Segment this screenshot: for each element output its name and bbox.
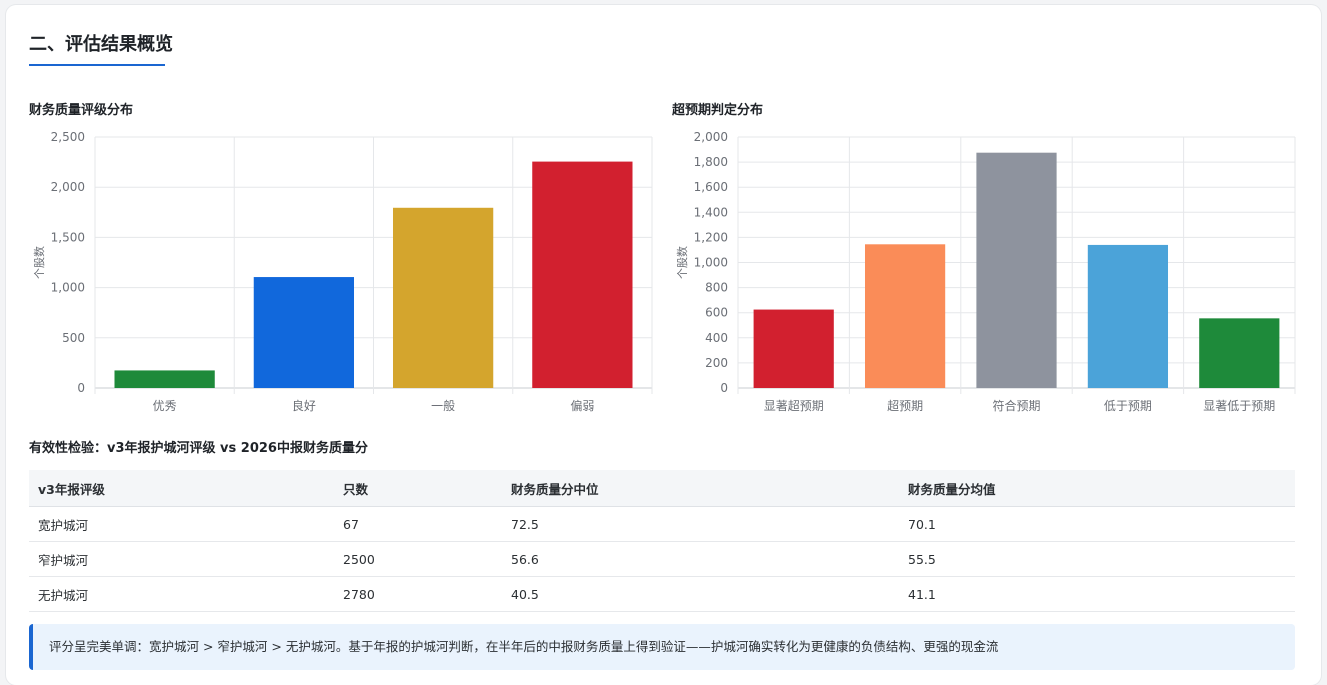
y-tick-label: 0 xyxy=(720,381,728,395)
table-header-row: v3年报评级 只数 财务质量分中位 财务质量分均值 xyxy=(29,470,1295,507)
cell-mean: 41.1 xyxy=(899,576,1295,612)
cell-median: 72.5 xyxy=(502,506,899,542)
x-tick-label: 显著低于预期 xyxy=(1203,399,1275,413)
validity-title: 有效性检验：v3年报护城河评级 vs 2026中报财务质量分 xyxy=(29,441,368,456)
table-row: 窄护城河 2500 56.6 55.5 xyxy=(29,541,1295,577)
y-tick-label: 400 xyxy=(705,331,728,345)
y-tick-label: 1,800 xyxy=(694,155,728,169)
x-tick-label: 显著超预期 xyxy=(764,398,824,413)
header-rating: v3年报评级 xyxy=(29,470,334,507)
y-tick-label: 2,000 xyxy=(694,130,728,144)
cell-median: 56.6 xyxy=(502,541,899,577)
cell-count: 67 xyxy=(334,506,502,542)
cell-rating: 窄护城河 xyxy=(29,541,334,577)
y-tick-label: 600 xyxy=(705,306,728,320)
y-tick-label: 200 xyxy=(705,356,728,370)
cell-rating: 无护城河 xyxy=(29,576,334,612)
cell-median: 40.5 xyxy=(502,576,899,612)
table-row: 宽护城河 67 72.5 70.1 xyxy=(29,506,1295,542)
cell-count: 2500 xyxy=(334,541,502,577)
note-fade-overlay xyxy=(995,624,1295,670)
y-tick-label: 1,600 xyxy=(694,180,728,194)
cell-rating: 宽护城河 xyxy=(29,506,334,542)
conclusion-note: 评分呈完美单调：宽护城河 > 窄护城河 > 无护城河。基于年报的护城河判断，在半… xyxy=(29,624,1295,670)
x-tick-label: 低于预期 xyxy=(1104,399,1152,413)
cell-count: 2780 xyxy=(334,576,502,612)
header-count: 只数 xyxy=(334,470,502,507)
bar[interactable] xyxy=(864,244,946,388)
y-tick-label: 800 xyxy=(705,281,728,295)
validity-table: v3年报评级 只数 财务质量分中位 财务质量分均值 宽护城河 67 72.5 7… xyxy=(29,470,1295,612)
x-tick-label: 超预期 xyxy=(887,398,923,413)
bar[interactable] xyxy=(753,309,834,388)
header-median: 财务质量分中位 xyxy=(502,470,899,507)
conclusion-text: 评分呈完美单调：宽护城河 > 窄护城河 > 无护城河。基于年报的护城河判断，在半… xyxy=(49,639,999,654)
y-tick-label: 1,000 xyxy=(694,256,728,270)
bar[interactable] xyxy=(1199,318,1280,388)
surprise-distribution-chart: 0 200 400 600 800 1,000 1,200 1,400 1,600 1,800 2,… xyxy=(676,130,1296,413)
header-mean: 财务质量分均值 xyxy=(899,470,1295,507)
x-tick-label: 符合预期 xyxy=(992,398,1040,413)
y-tick-label: 1,200 xyxy=(694,230,728,244)
cell-mean: 70.1 xyxy=(899,506,1295,542)
bar[interactable] xyxy=(1087,244,1169,388)
y-axis-title: 个股数 xyxy=(676,246,689,279)
cell-mean: 55.5 xyxy=(899,541,1295,577)
y-tick-label: 1,400 xyxy=(694,205,728,219)
table-row: 无护城河 2780 40.5 41.1 xyxy=(29,576,1295,612)
bar[interactable] xyxy=(976,152,1057,388)
